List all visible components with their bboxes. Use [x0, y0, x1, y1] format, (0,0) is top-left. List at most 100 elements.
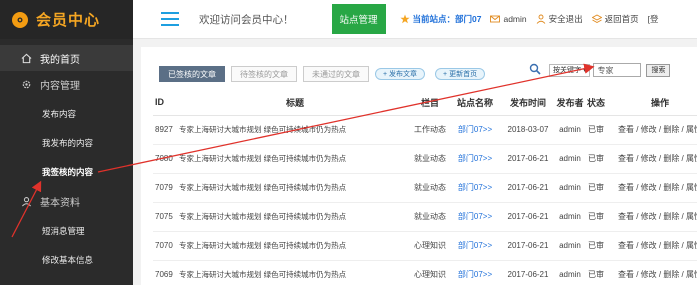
sidebar-item-label: 我的首页 — [40, 54, 80, 66]
logout-link[interactable]: 安全退出 — [549, 13, 583, 25]
cell-title[interactable]: 专家上海研讨大城市规划 绿色可持续城市仍为热点 — [179, 231, 411, 261]
welcome-text: 欢迎访问会员中心！ — [199, 13, 294, 26]
menu-toggle-icon[interactable] — [161, 12, 179, 26]
home-icon — [20, 52, 32, 64]
brand-logo-icon — [12, 11, 28, 28]
table-row: 7079 专家上海研讨大城市规划 绿色可持续城市仍为热点 就业动态 部门07>>… — [153, 173, 697, 203]
table-row: 7070 专家上海研讨大城市规划 绿色可持续城市仍为热点 心理知识 部门07>>… — [153, 231, 697, 261]
update-home-button[interactable]: + 更新首页 — [435, 68, 486, 80]
top-header: 欢迎访问会员中心！ 站点管理 当前站点：部门07 admin 安全退出 返回首页… — [133, 0, 697, 39]
cell-date: 2017-06-21 — [501, 202, 555, 232]
cell-date: 2017-06-21 — [501, 144, 555, 174]
cell-column: 心理知识 — [411, 231, 449, 261]
column-header[interactable]: 状态 — [585, 90, 607, 116]
cell-id: 7069 — [153, 260, 179, 285]
tab-signed-articles[interactable]: 已签核的文章 — [159, 66, 225, 82]
cell-id: 7079 — [153, 173, 179, 203]
cell-title[interactable]: 专家上海研讨大城市规划 绿色可持续城市仍为热点 — [179, 173, 411, 203]
table-row: 8927 专家上海研讨大城市规划 绿色可持续城市仍为热点 工作动态 部门07>>… — [153, 115, 697, 145]
cell-site[interactable]: 部门07>> — [449, 115, 501, 145]
article-table: ID 标题 栏目 站点名称 发布时间 发布者 状态 操作 8927 专家上海研讨… — [153, 90, 697, 285]
sidebar-item-label: 基本资料 — [40, 197, 80, 209]
cell-author: admin — [555, 115, 585, 145]
brand-title: 会员中心 — [36, 12, 101, 29]
cell-title[interactable]: 专家上海研讨大城市规划 绿色可持续城市仍为热点 — [179, 202, 411, 232]
cell-site[interactable]: 部门07>> — [449, 231, 501, 261]
cell-status: 已审 — [585, 260, 607, 285]
cell-column: 就业动态 — [411, 202, 449, 232]
cell-status: 已审 — [585, 115, 607, 145]
content-panel: 已签核的文章 待签核的文章 未通过的文章 + 发布文章 + 更新首页 按关键字 … — [141, 47, 697, 285]
cell-author: admin — [555, 202, 585, 232]
sidebar-subitem-my-signed[interactable]: 我签核的内容 — [0, 157, 133, 186]
username[interactable]: admin — [503, 14, 526, 24]
return-home-link[interactable]: 返回首页 — [605, 13, 639, 25]
table-header-row: ID 标题 栏目 站点名称 发布时间 发布者 状态 操作 — [153, 90, 697, 116]
cell-actions[interactable]: 查看 / 修改 / 删除 / 属性 — [607, 144, 697, 174]
cell-title[interactable]: 专家上海研讨大城市规划 绿色可持续城市仍为热点 — [179, 144, 411, 174]
cell-actions[interactable]: 查看 / 修改 / 删除 / 属性 — [607, 115, 697, 145]
cell-status: 已审 — [585, 173, 607, 203]
cell-actions[interactable]: 查看 / 修改 / 删除 / 属性 — [607, 173, 697, 203]
cell-column: 就业动态 — [411, 173, 449, 203]
cell-actions[interactable]: 查看 / 修改 / 删除 / 属性 — [607, 202, 697, 232]
cell-column: 工作动态 — [411, 115, 449, 145]
cell-author: admin — [555, 173, 585, 203]
table-row: 7075 专家上海研讨大城市规划 绿色可持续城市仍为热点 就业动态 部门07>>… — [153, 202, 697, 232]
column-header[interactable]: 发布时间 — [501, 90, 555, 116]
tab-pending-articles[interactable]: 待签核的文章 — [231, 66, 297, 82]
cell-id: 7075 — [153, 202, 179, 232]
cell-status: 已审 — [585, 231, 607, 261]
search-icon — [529, 63, 541, 77]
cell-id: 7070 — [153, 231, 179, 261]
search-input[interactable] — [593, 63, 642, 77]
cell-column: 心理知识 — [411, 260, 449, 285]
tab-rejected-articles[interactable]: 未通过的文章 — [303, 66, 369, 82]
sidebar-item-content-management[interactable]: 内容管理 — [0, 71, 133, 97]
extra-link[interactable]: [登 — [648, 13, 659, 25]
sidebar-subitem-messages[interactable]: 短消息管理 — [0, 216, 133, 245]
sidebar-item-basic-info[interactable]: 基本资料 — [0, 186, 133, 216]
search-button[interactable]: 搜索 — [646, 63, 671, 77]
publish-article-button[interactable]: + 发布文章 — [375, 68, 426, 80]
star-icon — [399, 14, 410, 24]
cell-date: 2017-06-21 — [501, 231, 555, 261]
cell-date: 2017-06-21 — [501, 260, 555, 285]
column-header[interactable]: 发布者 — [555, 90, 585, 116]
cell-status: 已审 — [585, 202, 607, 232]
column-header[interactable]: 站点名称 — [449, 90, 501, 116]
search-field-select[interactable]: 按关键字 ▾ — [549, 63, 591, 77]
cell-id: 7080 — [153, 144, 179, 174]
sidebar-subitem-publish-content[interactable]: 发布内容 — [0, 99, 133, 128]
cell-actions[interactable]: 查看 / 修改 / 删除 / 属性 — [607, 260, 697, 285]
table-row: 7080 专家上海研讨大城市规划 绿色可持续城市仍为热点 就业动态 部门07>>… — [153, 144, 697, 174]
sidebar-subitem-edit-info[interactable]: 修改基本信息 — [0, 245, 133, 274]
cell-title[interactable]: 专家上海研讨大城市规划 绿色可持续城市仍为热点 — [179, 260, 411, 285]
cell-site[interactable]: 部门07>> — [449, 173, 501, 203]
brand: 会员中心 — [0, 0, 133, 39]
cell-title[interactable]: 专家上海研讨大城市规划 绿色可持续城市仍为热点 — [179, 115, 411, 145]
cell-site[interactable]: 部门07>> — [449, 202, 501, 232]
cell-id: 8927 — [153, 115, 179, 145]
column-header[interactable]: 标题 — [179, 90, 411, 116]
cell-status: 已审 — [585, 144, 607, 174]
mail-icon — [490, 14, 501, 24]
cell-date: 2018-03-07 — [501, 115, 555, 145]
sidebar-item-home[interactable]: 我的首页 — [0, 45, 133, 71]
sidebar-subitem-my-published[interactable]: 我发布的内容 — [0, 128, 133, 157]
cell-column: 就业动态 — [411, 144, 449, 174]
cell-site[interactable]: 部门07>> — [449, 260, 501, 285]
column-header[interactable]: 栏目 — [411, 90, 449, 116]
cell-actions[interactable]: 查看 / 修改 / 删除 / 属性 — [607, 231, 697, 261]
logout-icon — [536, 14, 546, 24]
cell-author: admin — [555, 231, 585, 261]
current-site-label: 当前站点：部门07 — [412, 14, 482, 24]
site-manage-button[interactable]: 站点管理 — [331, 4, 386, 34]
column-header[interactable]: 操作 — [607, 90, 697, 116]
cell-site[interactable]: 部门07>> — [449, 144, 501, 174]
user-icon — [20, 195, 32, 207]
column-header[interactable]: ID — [153, 90, 179, 116]
table-row: 7069 专家上海研讨大城市规划 绿色可持续城市仍为热点 心理知识 部门07>>… — [153, 260, 697, 285]
sidebar: 会员中心 我的首页 内容管理 发布内容 我发布的内容 我签核的内容 基本资料 短… — [0, 0, 133, 285]
gear-icon — [20, 78, 32, 90]
